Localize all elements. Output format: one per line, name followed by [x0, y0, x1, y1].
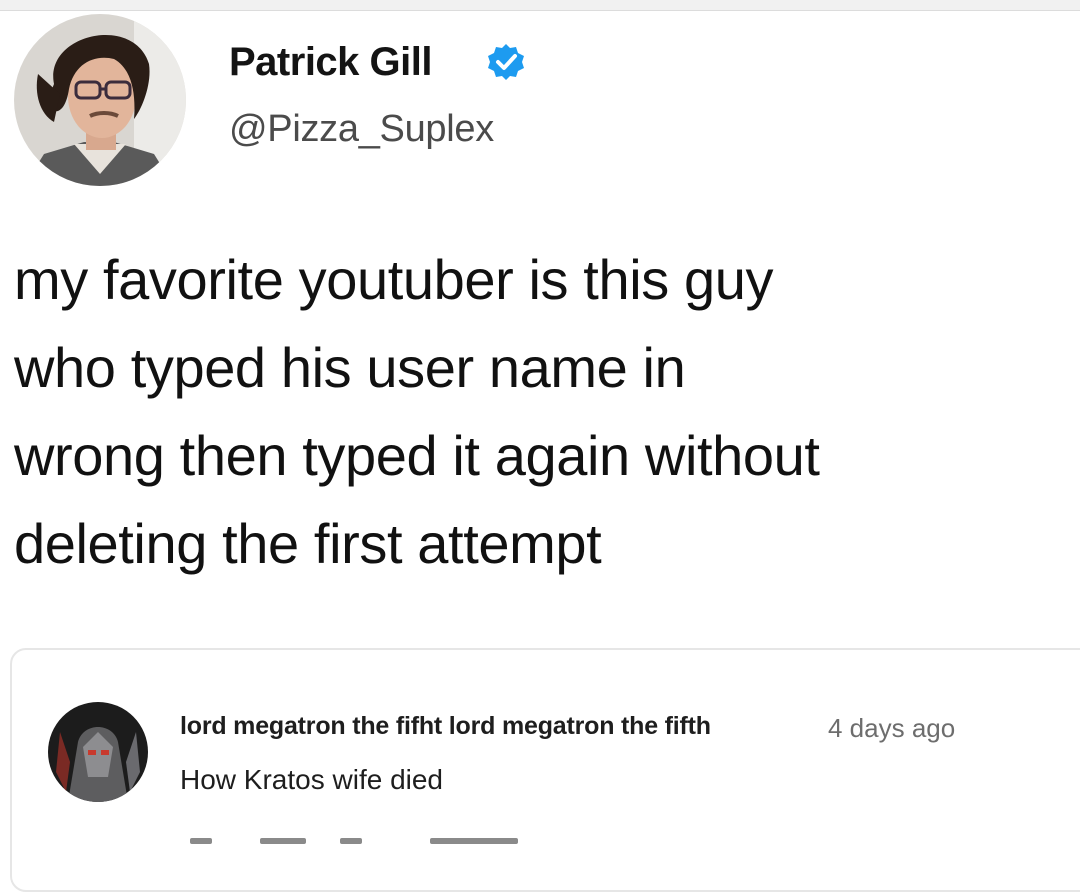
- tweet-avatar[interactable]: [14, 14, 186, 186]
- top-edge: [0, 0, 1080, 11]
- tweet-text-line: who typed his user name in: [14, 336, 686, 399]
- display-name[interactable]: Patrick Gill: [229, 40, 432, 85]
- like-count: [260, 838, 306, 844]
- youtube-comment-card: [10, 648, 1080, 892]
- avatar-image: [14, 14, 186, 186]
- comment-text: How Kratos wife died: [180, 764, 444, 795]
- reply-button[interactable]: [430, 838, 518, 844]
- thumbs-up-icon[interactable]: [190, 838, 212, 844]
- tweet-text-line: my favorite youtuber is this guy: [14, 248, 774, 311]
- comment-timestamp[interactable]: 4 days ago: [828, 713, 955, 744]
- tweet-text-line: wrong then typed it again without: [14, 424, 820, 487]
- verified-badge-icon: [486, 42, 526, 82]
- comment-author[interactable]: lord megatron the fifht lord megatron th…: [180, 712, 711, 741]
- tweet-text: my favorite youtuber is this guy who typ…: [14, 236, 1076, 588]
- commenter-avatar-image: [48, 702, 148, 802]
- user-handle[interactable]: @Pizza_Suplex: [229, 108, 494, 151]
- comment-avatar[interactable]: [48, 702, 148, 802]
- thumbs-down-icon[interactable]: [340, 838, 362, 844]
- tweet-text-line: deleting the first attempt: [14, 512, 602, 575]
- comment-action-row: [190, 834, 590, 854]
